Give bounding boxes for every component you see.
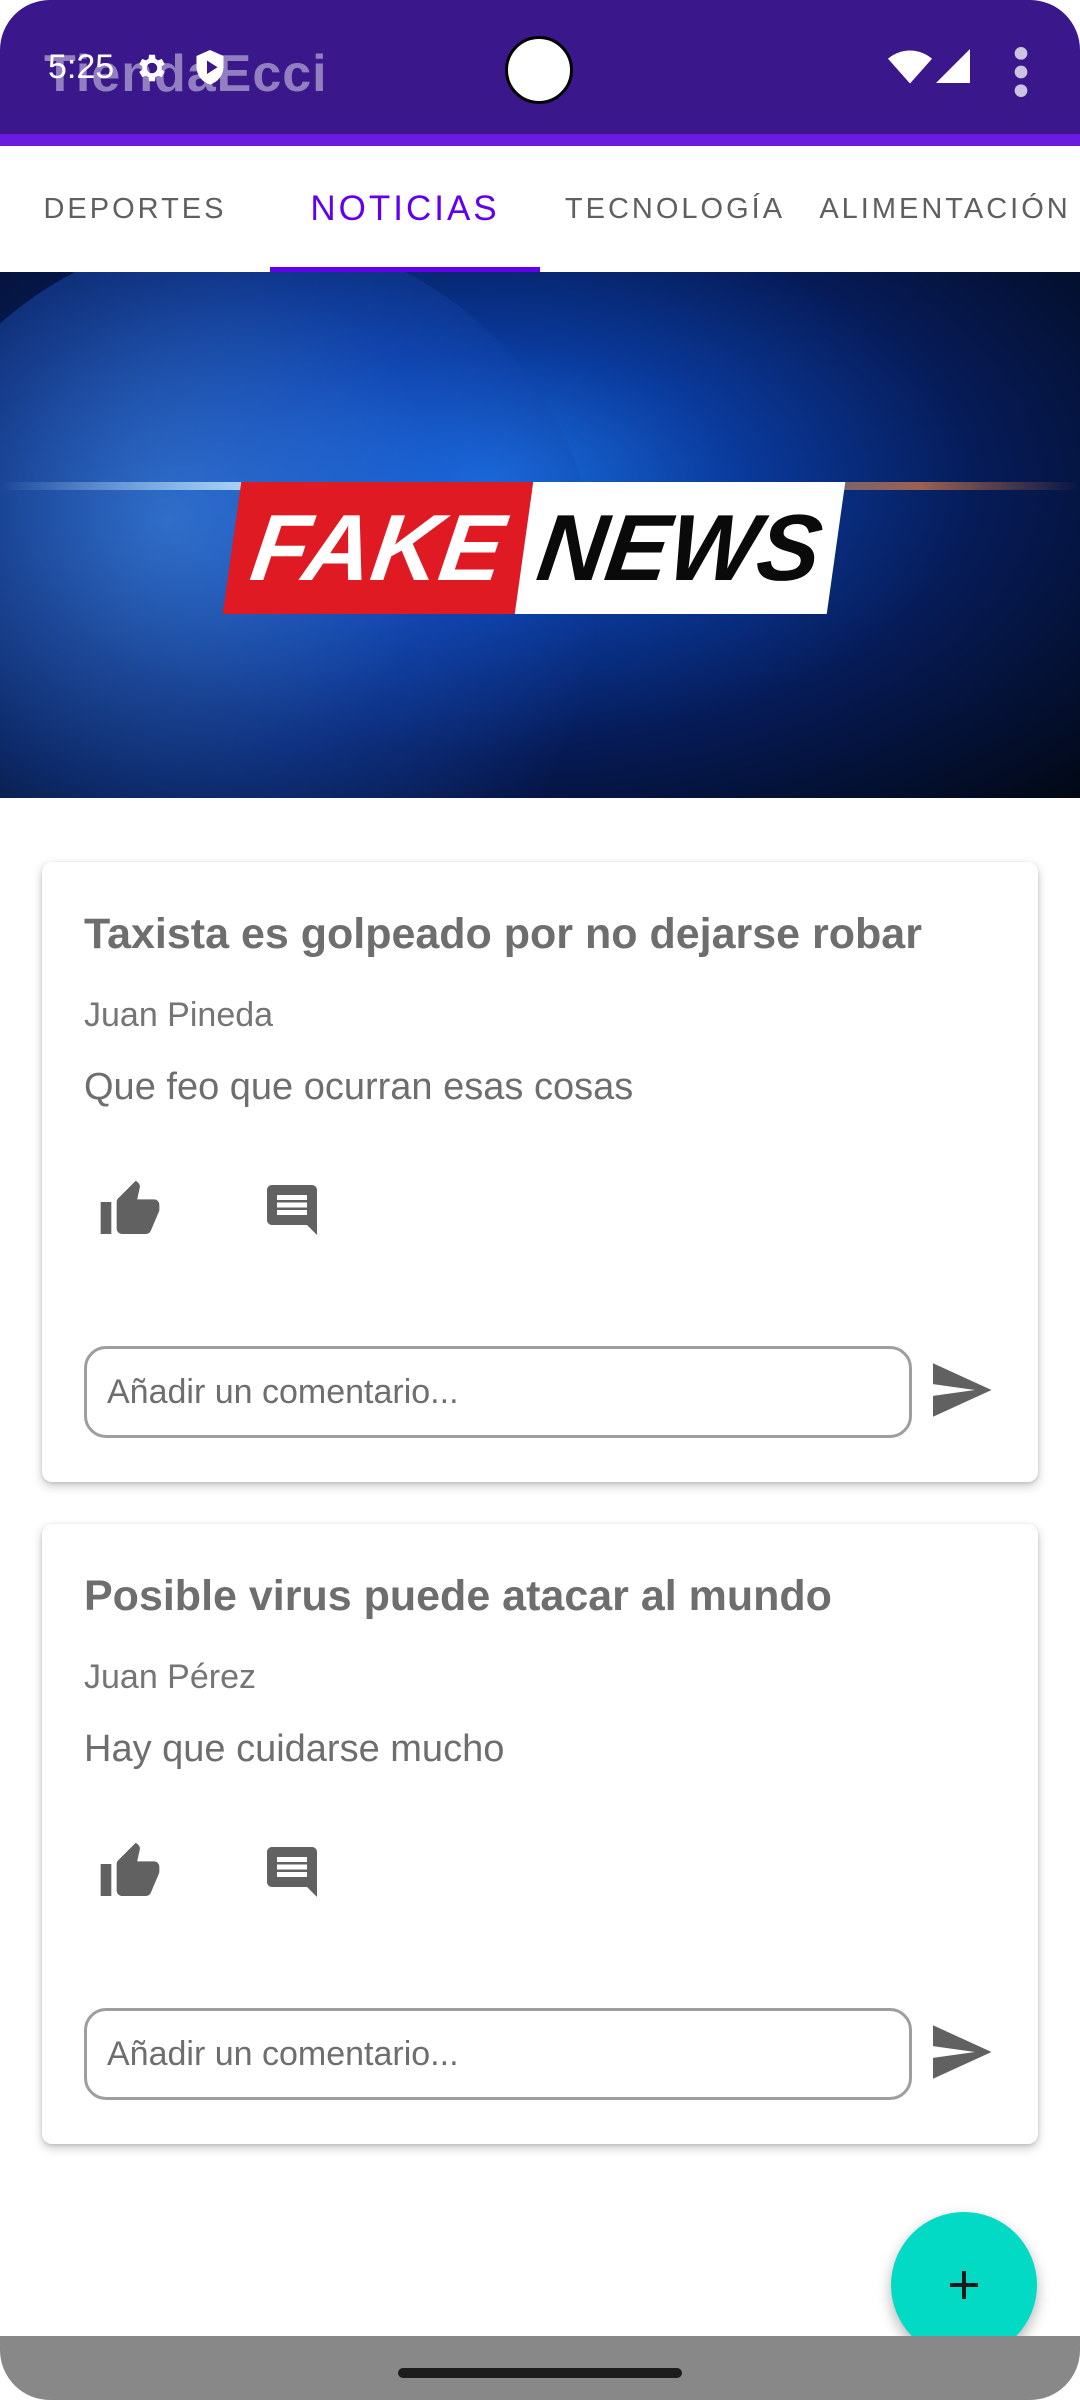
post-body: Hay que cuidarse mucho [84, 1728, 505, 1770]
tab-alimentacion[interactable]: ALIMENTACIÓN [810, 146, 1080, 272]
home-gesture-handle[interactable] [398, 2368, 682, 2378]
post-card: Taxista es golpeado por no dejarse robar… [42, 862, 1038, 1482]
tab-tecnologia[interactable]: TECNOLOGÍA [540, 146, 810, 272]
gear-icon [139, 54, 165, 82]
comment-icon[interactable] [262, 1842, 322, 1902]
post-author: Juan Pérez [84, 1658, 256, 1696]
wifi-icon [888, 50, 932, 84]
comment-icon[interactable] [262, 1180, 322, 1240]
category-tabs: DEPORTES NOTICIAS TECNOLOGÍA ALIMENTACIÓ… [0, 146, 1080, 272]
app-bar-accent-line [0, 134, 1080, 146]
add-icon [950, 2271, 978, 2299]
tab-deportes[interactable]: DEPORTES [0, 146, 270, 272]
fake-news-logo: FAKE NEWS [222, 482, 846, 614]
post-title: Taxista es golpeado por no dejarse robar [84, 910, 922, 958]
cell-signal-icon [936, 49, 970, 83]
post-title: Posible virus puede atacar al mundo [84, 1572, 832, 1620]
comment-input[interactable] [84, 2008, 912, 2100]
banner-word-fake: FAKE [222, 482, 534, 614]
shield-icon [196, 50, 224, 85]
thumb-up-icon[interactable] [98, 1840, 162, 1904]
thumb-up-icon[interactable] [98, 1178, 162, 1242]
more-vert-icon[interactable] [1006, 44, 1036, 100]
send-icon[interactable] [930, 2024, 992, 2080]
post-author: Juan Pineda [84, 996, 274, 1034]
status-time: 5:25 [48, 48, 115, 86]
comment-input[interactable] [84, 1346, 912, 1438]
post-body: Que feo que ocurran esas cosas [84, 1066, 634, 1108]
front-camera [505, 36, 573, 104]
post-card: Posible virus puede atacar al mundo Juan… [42, 1524, 1038, 2144]
tab-noticias[interactable]: NOTICIAS [270, 146, 540, 272]
send-icon[interactable] [930, 1362, 992, 1418]
banner-word-news: NEWS [514, 482, 846, 614]
